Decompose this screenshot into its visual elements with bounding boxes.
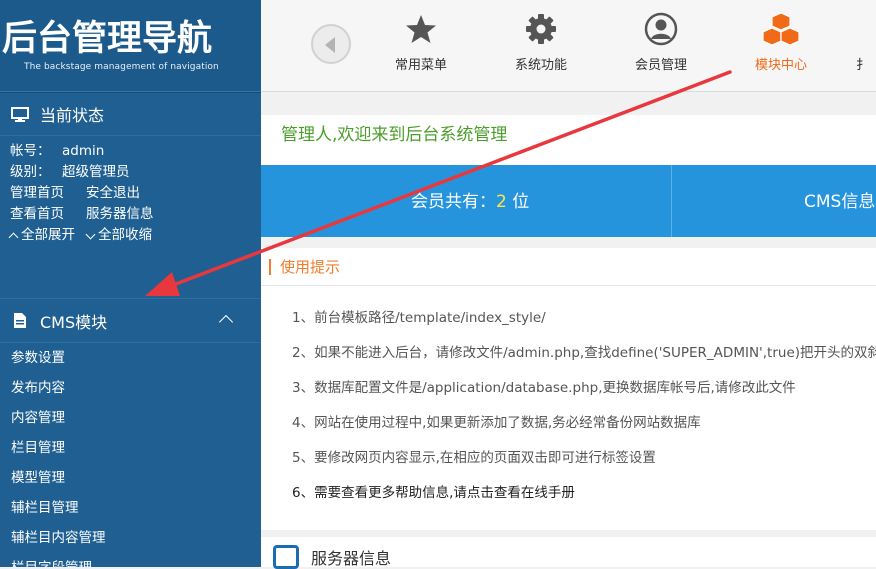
cms-section-header[interactable]: CMS模块 bbox=[0, 299, 261, 343]
server-info-link[interactable]: 服务器信息 bbox=[86, 206, 154, 222]
account-value: admin bbox=[62, 143, 105, 159]
admin-home-link[interactable]: 管理首页 bbox=[10, 185, 64, 201]
menu-item-sub-columns[interactable]: 辅栏目管理 bbox=[0, 493, 261, 523]
status-section-header[interactable]: 当前状态 bbox=[0, 92, 261, 136]
nav-module-center[interactable]: 模块中心 bbox=[736, 10, 826, 73]
cms-info-stat: CMS信息 bbox=[804, 192, 876, 212]
member-count-stat: 会员共有：2 位 bbox=[411, 187, 529, 212]
collapse-arrow-icon[interactable] bbox=[218, 314, 234, 330]
nav-common-menu-label: 常用菜单 bbox=[394, 58, 447, 73]
logo-subtitle: The backstage management of navigation bbox=[24, 62, 219, 72]
level-value: 超级管理员 bbox=[62, 164, 130, 180]
tip-item: 1、前台模板路径/template/index_style/ bbox=[292, 310, 546, 326]
logout-link[interactable]: 安全退出 bbox=[86, 185, 140, 201]
account-row: 帐号： admin bbox=[10, 141, 261, 162]
menu-item-sub-column-content[interactable]: 辅栏目内容管理 bbox=[0, 523, 261, 553]
collapse-all-button[interactable]: 全部收缩 bbox=[85, 225, 152, 246]
account-label: 帐号： bbox=[10, 143, 51, 159]
tip-item: 3、数据库配置文件是/application/database.php,更换数据… bbox=[292, 380, 796, 396]
collapse-all-label: 全部收缩 bbox=[98, 227, 152, 243]
partial-icon bbox=[856, 10, 876, 48]
status-title: 当前状态 bbox=[40, 106, 105, 125]
monitor-icon bbox=[10, 106, 30, 122]
tips-accent-bar bbox=[269, 258, 271, 275]
tip-item-help-link[interactable]: 6、需要查看更多帮助信息,请点击查看在线手册 bbox=[261, 476, 876, 511]
nav-partial-item[interactable]: 扌 bbox=[856, 10, 876, 73]
cubes-icon bbox=[736, 10, 826, 48]
member-count-prefix: 会员共有： bbox=[411, 192, 496, 212]
menu-item-params[interactable]: 参数设置 bbox=[0, 343, 261, 373]
cms-menu: 参数设置 发布内容 内容管理 栏目管理 模型管理 辅栏目管理 辅栏目内容管理 栏… bbox=[0, 343, 261, 567]
logo: 后台管理导航 The backstage management of navig… bbox=[0, 0, 261, 92]
top-nav-bar: 常用菜单 系统功能 会员管理 模块中心 扌 bbox=[261, 0, 876, 92]
chevron-up-icon bbox=[8, 232, 19, 243]
tips-panel: 使用提示 1、前台模板路径/template/index_style/ 2、如果… bbox=[261, 248, 876, 530]
cms-title: CMS模块 bbox=[40, 312, 108, 332]
logo-title: 后台管理导航 bbox=[2, 19, 213, 59]
stats-divider bbox=[671, 165, 672, 237]
nav-module-center-label: 模块中心 bbox=[754, 58, 807, 73]
member-count-value: 2 bbox=[496, 192, 507, 212]
menu-item-models[interactable]: 模型管理 bbox=[0, 463, 261, 493]
member-count-suffix: 位 bbox=[506, 192, 530, 212]
level-label: 级别： bbox=[10, 164, 51, 180]
sidebar: 后台管理导航 The backstage management of navig… bbox=[0, 0, 261, 567]
menu-item-columns[interactable]: 栏目管理 bbox=[0, 433, 261, 463]
nav-member-management[interactable]: 会员管理 bbox=[616, 10, 706, 73]
nav-partial-item-label: 扌 bbox=[856, 58, 870, 73]
document-icon bbox=[10, 313, 30, 329]
tips-title: 使用提示 bbox=[280, 257, 341, 276]
view-home-link[interactable]: 查看首页 bbox=[10, 206, 64, 222]
menu-item-column-fields[interactable]: 栏目字段管理 bbox=[0, 553, 261, 567]
tip-item: 4、网站在使用过程中,如果更新添加了数据,务必经常备份网站数据库 bbox=[292, 415, 701, 431]
server-info-header: 服务器信息 bbox=[261, 537, 876, 569]
status-body: 帐号： admin 级别： 超级管理员 管理首页 安全退出 查看首页 服务器信息 全部展… bbox=[0, 136, 261, 299]
expand-all-button[interactable]: 全部展开 bbox=[8, 225, 75, 246]
user-icon bbox=[616, 10, 706, 48]
menu-item-publish[interactable]: 发布内容 bbox=[0, 373, 261, 403]
nav-system-functions[interactable]: 系统功能 bbox=[496, 10, 586, 73]
tip-item: 5、要修改网页内容显示,在相应的页面双击即可进行标签设置 bbox=[292, 450, 656, 466]
nav-member-management-label: 会员管理 bbox=[634, 58, 687, 73]
tips-list: 1、前台模板路径/template/index_style/ 2、如果不能进入后… bbox=[261, 301, 876, 511]
back-button[interactable] bbox=[311, 24, 351, 64]
chevron-down-icon bbox=[85, 229, 96, 239]
nav-common-menu[interactable]: 常用菜单 bbox=[376, 10, 466, 73]
main-content: 管理人,欢迎来到后台系统管理 会员共有：2 位 CMS信息 使用提示 1、前台模… bbox=[261, 93, 876, 569]
server-icon bbox=[273, 545, 299, 569]
tip-item: 2、如果不能进入后台，请修改文件/admin.php,查找define('SUP… bbox=[292, 345, 876, 361]
server-info-title: 服务器信息 bbox=[311, 549, 392, 568]
menu-item-content[interactable]: 内容管理 bbox=[0, 403, 261, 433]
gear-icon bbox=[496, 10, 586, 48]
tips-header: 使用提示 bbox=[261, 248, 876, 286]
expand-all-label: 全部展开 bbox=[21, 227, 75, 243]
star-icon bbox=[376, 10, 466, 48]
nav-system-functions-label: 系统功能 bbox=[514, 58, 567, 73]
stats-banner: 会员共有：2 位 CMS信息 bbox=[261, 165, 876, 237]
level-row: 级别： 超级管理员 bbox=[10, 162, 261, 183]
